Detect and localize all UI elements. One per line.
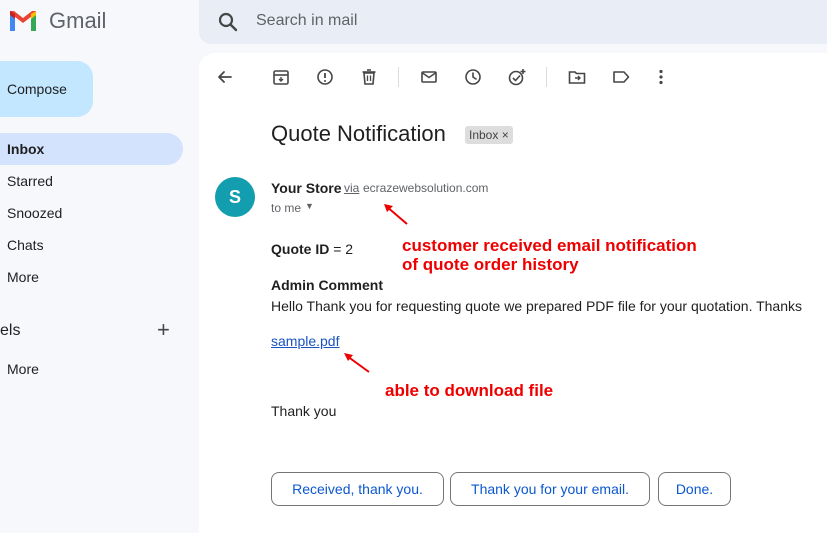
recipient-line[interactable]: to me (271, 201, 301, 215)
labels-more[interactable]: More (7, 361, 39, 377)
compose-label: Compose (7, 81, 67, 97)
annotation-arrow-2-icon (344, 353, 370, 373)
app-title[interactable]: Gmail (49, 8, 106, 34)
add-label-plus-icon[interactable]: + (157, 319, 170, 341)
search-input[interactable]: Search in mail (256, 12, 357, 30)
quote-id-value: = 2 (329, 241, 354, 257)
inbox-chip-label: Inbox (469, 128, 499, 142)
annotation-arrow-1-icon (384, 204, 408, 225)
back-arrow-icon[interactable] (215, 67, 235, 87)
toolbar-divider (546, 67, 547, 87)
via-link[interactable]: via (344, 181, 359, 195)
annotation-note-1-line-1: customer received email notification (402, 236, 697, 255)
add-task-icon[interactable] (507, 67, 527, 87)
smart-reply-done[interactable]: Done. (658, 472, 731, 506)
email-subject: Quote Notification (271, 121, 446, 146)
snooze-icon[interactable] (463, 67, 483, 87)
toolbar-divider (398, 67, 399, 87)
more-vert-icon[interactable] (651, 67, 671, 87)
quote-id-line: Quote ID = 2 (271, 241, 353, 257)
search-icon[interactable] (216, 10, 240, 34)
sidebar-item-label-inbox[interactable]: Inbox (7, 141, 44, 157)
delete-icon[interactable] (359, 67, 379, 87)
sidebar-item-more[interactable]: More (7, 269, 39, 285)
sender-avatar[interactable]: S (215, 177, 255, 217)
sender-name[interactable]: Your Store (271, 180, 342, 196)
label-icon[interactable] (611, 67, 631, 87)
smart-reply-received[interactable]: Received, thank you. (271, 472, 444, 506)
attachment-link[interactable]: sample.pdf (271, 333, 339, 349)
remove-label-close-icon[interactable]: × (502, 128, 509, 142)
labels-header: els (0, 322, 21, 339)
gmail-logo-icon[interactable] (8, 9, 38, 33)
sidebar-item-chats[interactable]: Chats (7, 237, 44, 253)
recipient-details-dropdown-icon[interactable]: ▼ (305, 201, 314, 211)
mark-unread-icon[interactable] (419, 67, 439, 87)
admin-comment-text: Hello Thank you for requesting quote we … (271, 298, 803, 314)
report-spam-icon[interactable] (315, 67, 335, 87)
sender-domain: ecrazewebsolution.com (363, 181, 489, 195)
smart-reply-thank-you[interactable]: Thank you for your email. (450, 472, 650, 506)
sidebar-item-starred[interactable]: Starred (7, 173, 53, 189)
closing-text: Thank you (271, 403, 337, 419)
annotation-note-1-line-2: of quote order history (402, 255, 579, 274)
admin-comment-heading: Admin Comment (271, 277, 383, 293)
archive-icon[interactable] (271, 67, 291, 87)
sidebar-item-snoozed[interactable]: Snoozed (7, 205, 62, 221)
annotation-note-2: able to download file (385, 381, 554, 400)
quote-id-label: Quote ID (271, 241, 330, 257)
inbox-label-chip[interactable]: Inbox × (465, 126, 513, 144)
move-to-icon[interactable] (567, 67, 587, 87)
